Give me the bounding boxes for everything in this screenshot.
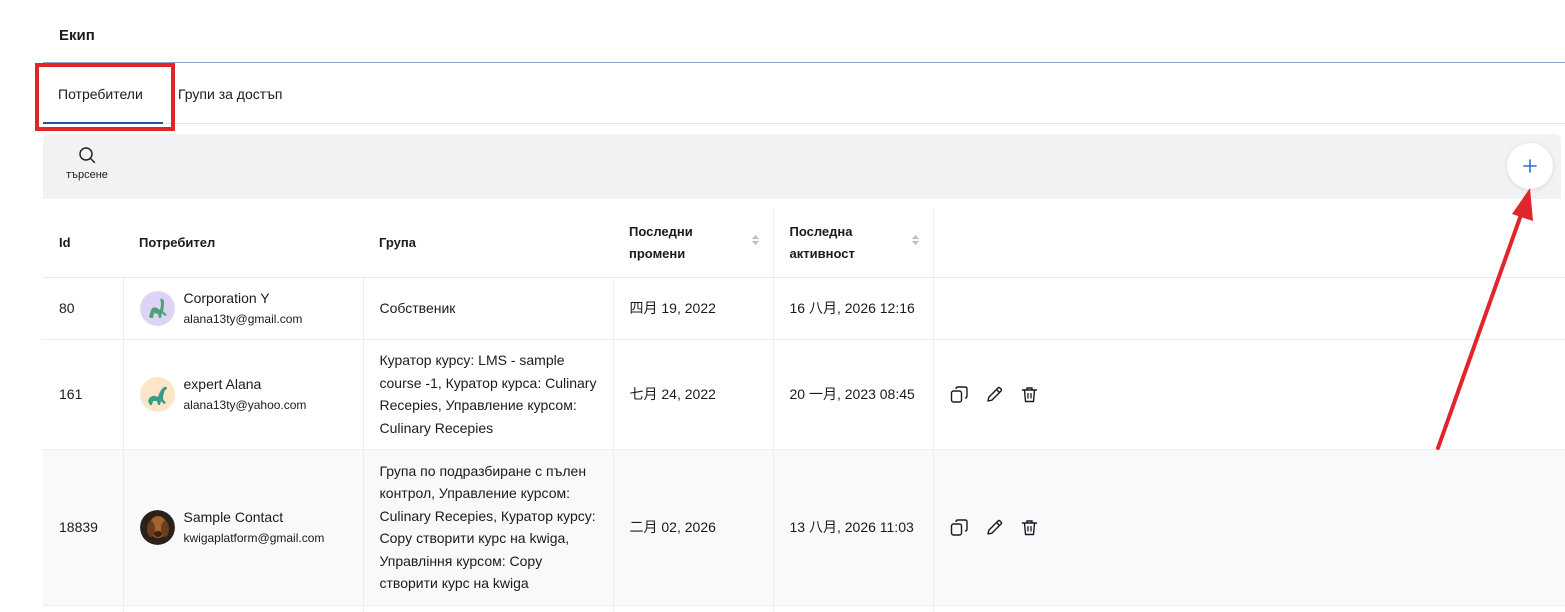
- avatar: [139, 290, 175, 326]
- tabs-bar: Потребители Групи за достъп: [43, 64, 1565, 124]
- cell-last-changes: 二月 02, 2026: [613, 449, 774, 606]
- trash-icon[interactable]: [1020, 385, 1039, 404]
- cell-last-changes: 四月 19, 2022: [613, 277, 774, 340]
- edit-icon[interactable]: [985, 385, 1004, 404]
- header-last-activity-label: Последна активност: [789, 224, 855, 262]
- user-name[interactable]: Corporation Y: [184, 288, 303, 308]
- cell-group: Собственик: [363, 277, 614, 340]
- cell-last-changes: 七月 24, 2022: [613, 339, 774, 450]
- header-last-activity[interactable]: Последна активност: [773, 210, 934, 278]
- header-user: Потребител: [123, 210, 363, 278]
- cell-user: expert Alana alana13ty@yahoo.com: [123, 339, 364, 450]
- header-last-changes-label: Последни промени: [629, 224, 693, 262]
- add-user-button[interactable]: [1507, 143, 1553, 189]
- cell-id: 80: [43, 277, 124, 340]
- user-email: alana13ty@gmail.com: [183, 312, 303, 326]
- cell-actions: [933, 277, 1565, 340]
- copy-icon[interactable]: [950, 518, 969, 537]
- table-row[interactable]: 161 expert Alana alana13ty@yahoo.com Кур…: [43, 339, 1565, 450]
- title-divider: [43, 62, 1565, 63]
- user-email: alana13ty@yahoo.com: [183, 398, 307, 412]
- cell-group: Куратор курсу: LMS - sample course -1, К…: [363, 339, 614, 450]
- trash-icon[interactable]: [1020, 518, 1039, 537]
- plus-icon: [1523, 159, 1537, 173]
- avatar: [139, 509, 175, 545]
- active-tab-indicator: [43, 122, 163, 124]
- table-row[interactable]: 80 Corporation Y alana13ty@gmail.com Соб…: [43, 277, 1565, 340]
- search-icon: [79, 147, 96, 164]
- page-title: Екип: [59, 27, 95, 44]
- cell-group: Група по подразбиране с пълен контрол, У…: [363, 449, 614, 606]
- search-button[interactable]: търсене: [59, 146, 115, 181]
- header-id: Id: [43, 210, 123, 278]
- copy-icon[interactable]: [950, 385, 969, 404]
- header-last-changes[interactable]: Последни промени: [613, 210, 774, 278]
- toolbar: търсене: [43, 134, 1561, 199]
- cell-last-activity: 20 一月, 2023 08:45: [773, 339, 934, 450]
- header-actions: [933, 210, 1565, 278]
- cell-actions: [933, 339, 1565, 450]
- cell-id: 161: [43, 339, 124, 450]
- user-email: kwigaplatform@gmail.com: [183, 531, 325, 545]
- tab-users[interactable]: Потребители: [58, 86, 143, 102]
- user-name[interactable]: expert Alana: [184, 374, 307, 394]
- header-group: Група: [363, 210, 613, 278]
- users-table: Id Потребител Група Последни промени Пос…: [43, 210, 1565, 612]
- table-row[interactable]: 18839 Sample Contact kwigaplatform@gmail…: [43, 449, 1565, 606]
- table-header-row: Id Потребител Група Последни промени Пос…: [43, 210, 1565, 278]
- cell-last-activity: 13 八月, 2026 11:03: [773, 449, 934, 606]
- sort-icon[interactable]: [911, 235, 919, 245]
- cell-id: 18839: [43, 449, 124, 606]
- sort-icon[interactable]: [751, 235, 759, 245]
- cell-actions: [933, 449, 1565, 606]
- tab-access-groups[interactable]: Групи за достъп: [178, 86, 283, 102]
- table-row-partial: [43, 605, 1565, 612]
- search-label: търсене: [66, 169, 108, 181]
- cell-user: Corporation Y alana13ty@gmail.com: [123, 277, 364, 340]
- user-name[interactable]: Sample Contact: [184, 507, 325, 527]
- avatar: [139, 376, 175, 412]
- edit-icon[interactable]: [985, 518, 1004, 537]
- cell-last-activity: 16 八月, 2026 12:16: [773, 277, 934, 340]
- cell-user: Sample Contact kwigaplatform@gmail.com: [123, 449, 364, 606]
